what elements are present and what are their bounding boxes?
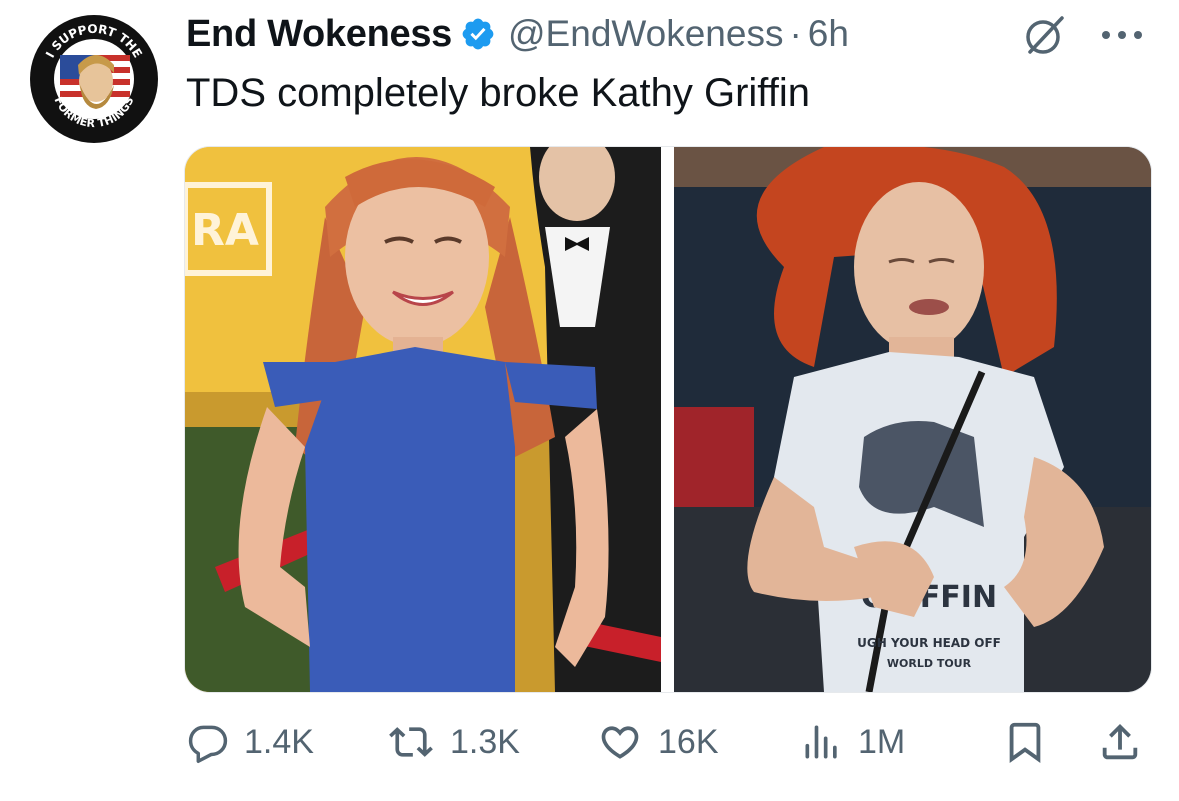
share-icon	[1102, 723, 1138, 760]
like-icon	[601, 726, 639, 759]
author-handle[interactable]: @EndWokeness	[508, 13, 783, 55]
like-button[interactable]: 16K	[596, 712, 719, 772]
tweet-text: TDS completely broke Kathy Griffin	[186, 71, 810, 115]
grok-icon[interactable]	[1022, 12, 1068, 63]
verified-badge-icon[interactable]	[460, 16, 496, 52]
like-count: 16K	[658, 722, 719, 761]
views-icon	[805, 725, 837, 759]
share-button[interactable]	[1097, 712, 1143, 772]
tweet-time[interactable]: 6h	[808, 13, 849, 55]
author-name[interactable]: End Wokeness	[186, 13, 452, 56]
reply-count: 1.4K	[244, 722, 314, 761]
background-sign-text: RA	[191, 205, 259, 256]
repost-count: 1.3K	[450, 722, 520, 761]
author-avatar[interactable]: I SUPPORT THE FORMER THINGS	[30, 15, 158, 143]
separator-dot: ·	[789, 13, 802, 54]
tweet-action-bar: 1.4K 1.3K 16K 1M	[0, 712, 1179, 772]
tweet-header: End Wokeness @EndWokeness · 6h	[186, 10, 849, 58]
shirt-text-line3: WORLD TOUR	[887, 657, 972, 670]
media-image-left[interactable]: RA	[185, 147, 661, 692]
media-image-right[interactable]: GRIFFIN UGH YOUR HEAD OFF WORLD TOUR	[674, 147, 1151, 692]
more-icon[interactable]	[1100, 28, 1144, 46]
bookmark-button[interactable]	[1002, 712, 1048, 772]
view-count: 1M	[858, 722, 906, 761]
views-button[interactable]: 1M	[800, 712, 905, 772]
reply-icon	[188, 725, 228, 763]
shirt-text-line2: UGH YOUR HEAD OFF	[857, 636, 1001, 650]
tweet-media[interactable]: RA GRIFFIN UGH YOUR HEAD OFF WORLD TOUR	[184, 146, 1152, 693]
reply-button[interactable]: 1.4K	[186, 712, 314, 772]
repost-icon	[389, 727, 433, 757]
repost-button[interactable]: 1.3K	[386, 712, 520, 772]
bookmark-icon	[1009, 722, 1041, 763]
